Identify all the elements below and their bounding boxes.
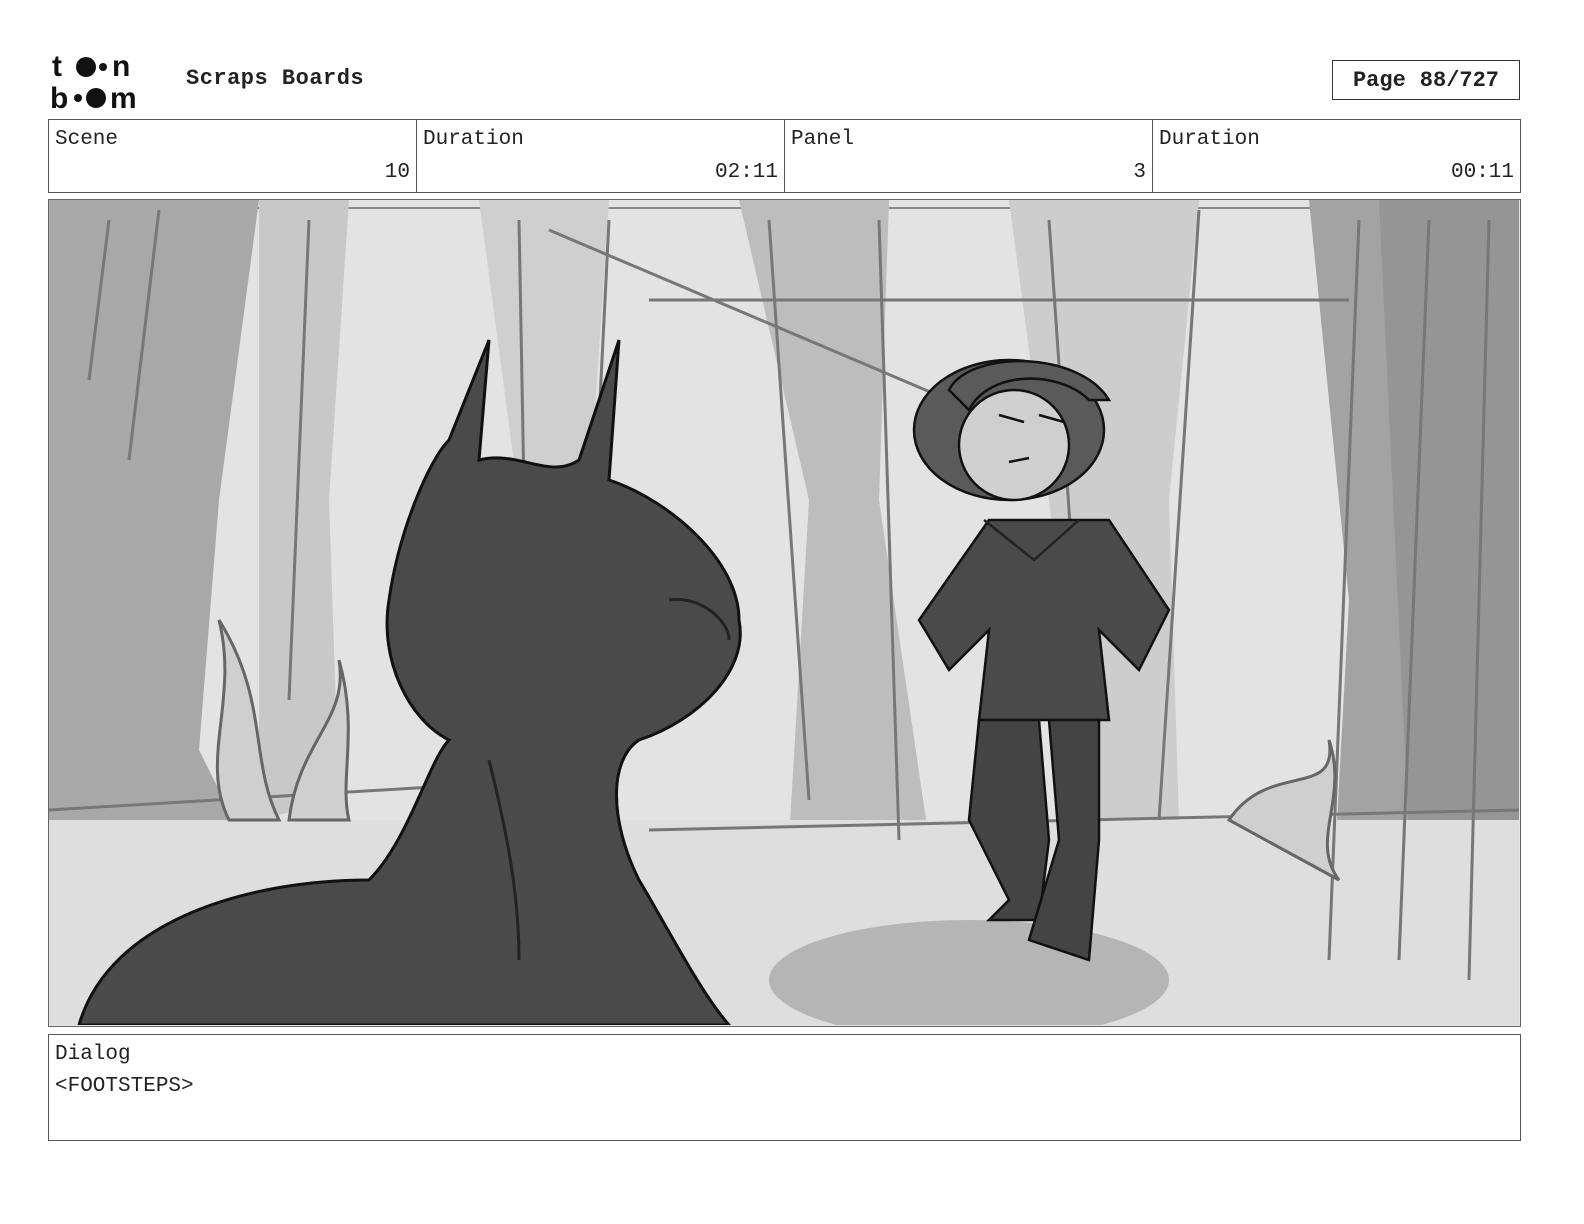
panel-duration-value: 00:11 bbox=[1450, 161, 1514, 184]
storyboard-panel bbox=[48, 199, 1521, 1027]
panel-duration-cell: Duration 00:11 bbox=[1153, 120, 1520, 192]
panel-label: Panel bbox=[791, 128, 855, 151]
storyboard-sketch-image bbox=[49, 200, 1519, 1025]
board-title: Scraps Boards bbox=[186, 66, 365, 91]
scene-duration-cell: Duration 02:11 bbox=[417, 120, 785, 192]
dialog-box: Dialog <FOOTSTEPS> bbox=[48, 1034, 1521, 1141]
scene-duration-label: Duration bbox=[423, 128, 524, 151]
scene-duration-value: 02:11 bbox=[714, 161, 778, 184]
svg-text:t: t bbox=[52, 50, 62, 83]
scene-label: Scene bbox=[55, 128, 119, 151]
panel-cell: Panel 3 bbox=[785, 120, 1153, 192]
scene-cell: Scene 10 bbox=[49, 120, 417, 192]
scene-value: 10 bbox=[384, 161, 410, 184]
svg-text:n: n bbox=[112, 50, 130, 83]
dialog-label: Dialog bbox=[55, 1043, 131, 1066]
panel-info-row: Scene 10 Duration 02:11 Panel 3 Duration… bbox=[48, 119, 1521, 193]
toon-boom-logo: t n b m bbox=[50, 50, 166, 115]
page-label: Page bbox=[1352, 67, 1406, 93]
svg-text:m: m bbox=[110, 82, 137, 114]
page-indicator: Page 88/727 bbox=[1332, 60, 1520, 100]
page-number: 88/727 bbox=[1419, 67, 1500, 93]
svg-text:b: b bbox=[50, 82, 68, 114]
dialog-text: <FOOTSTEPS> bbox=[55, 1075, 194, 1098]
panel-value: 3 bbox=[1133, 161, 1146, 184]
panel-duration-label: Duration bbox=[1159, 128, 1260, 151]
